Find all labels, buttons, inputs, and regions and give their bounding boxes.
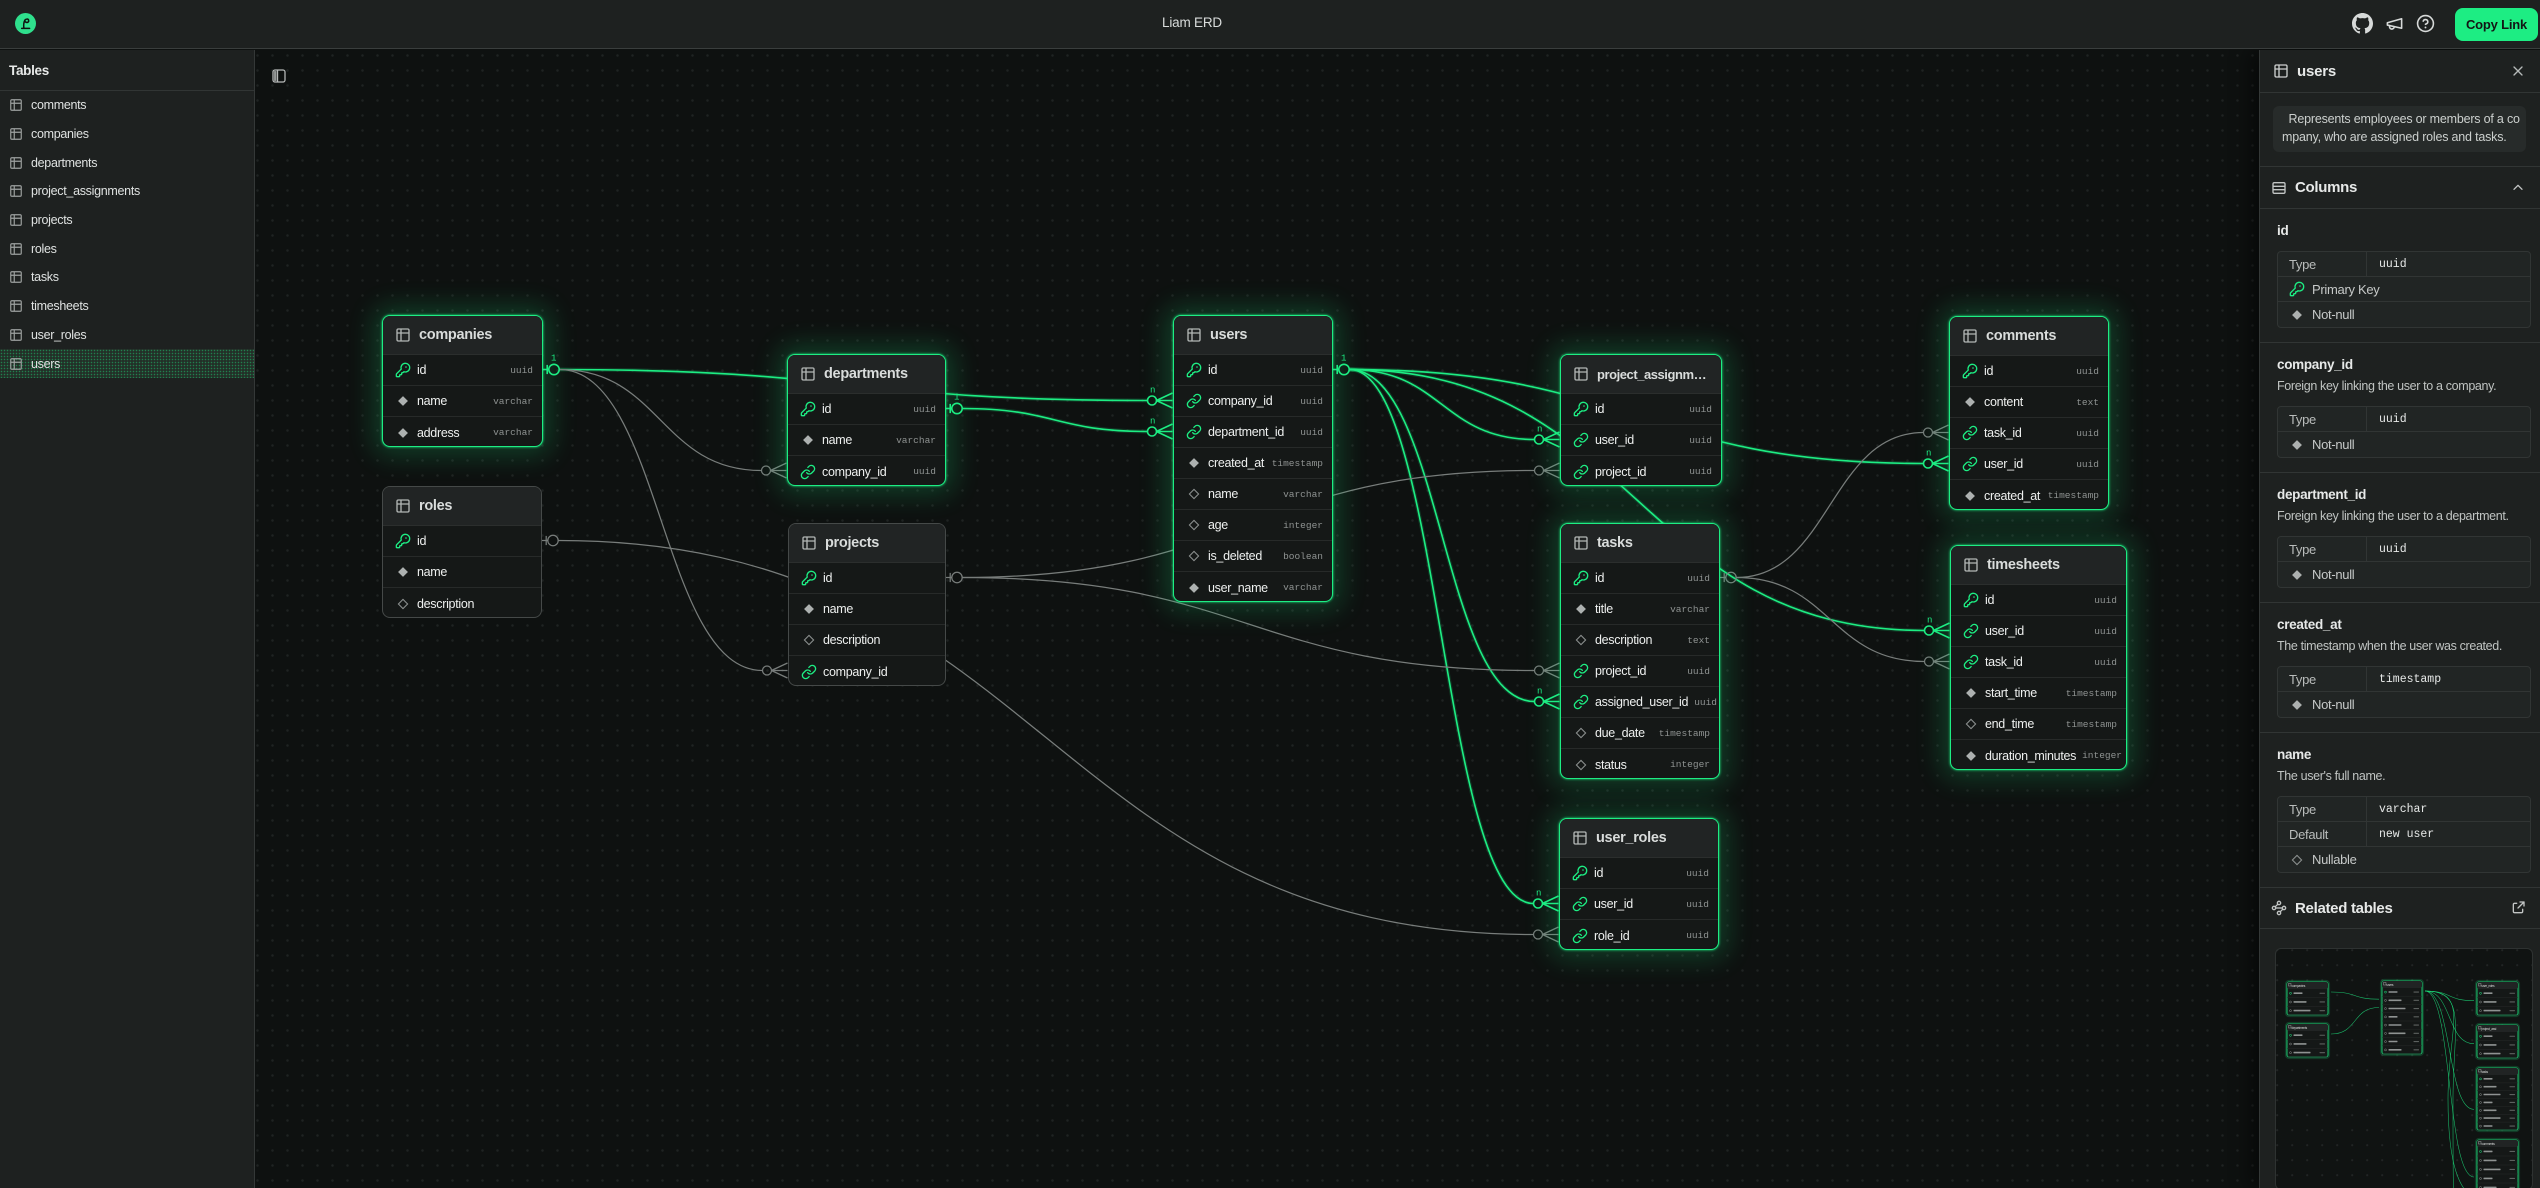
svg-text:n: n bbox=[1926, 449, 1931, 459]
svg-text:n: n bbox=[1537, 687, 1542, 697]
svg-text:n: n bbox=[1150, 417, 1155, 427]
svg-text:tasks: tasks bbox=[2482, 1070, 2489, 1074]
svg-text:n: n bbox=[1927, 616, 1932, 626]
svg-text:n: n bbox=[1150, 386, 1155, 396]
svg-text:user_roles: user_roles bbox=[2482, 984, 2495, 988]
svg-text:comments: comments bbox=[2482, 1142, 2496, 1146]
svg-text:n: n bbox=[1537, 425, 1542, 435]
svg-text:1: 1 bbox=[1341, 354, 1346, 364]
svg-text:departments: departments bbox=[2292, 1026, 2308, 1030]
svg-text:n: n bbox=[1536, 889, 1541, 899]
svg-text:1: 1 bbox=[954, 393, 959, 403]
svg-text:1: 1 bbox=[551, 354, 556, 364]
svg-text:users: users bbox=[2387, 983, 2394, 987]
svg-text:companies: companies bbox=[2292, 984, 2306, 988]
svg-text:project_assi: project_assi bbox=[2482, 1027, 2497, 1031]
